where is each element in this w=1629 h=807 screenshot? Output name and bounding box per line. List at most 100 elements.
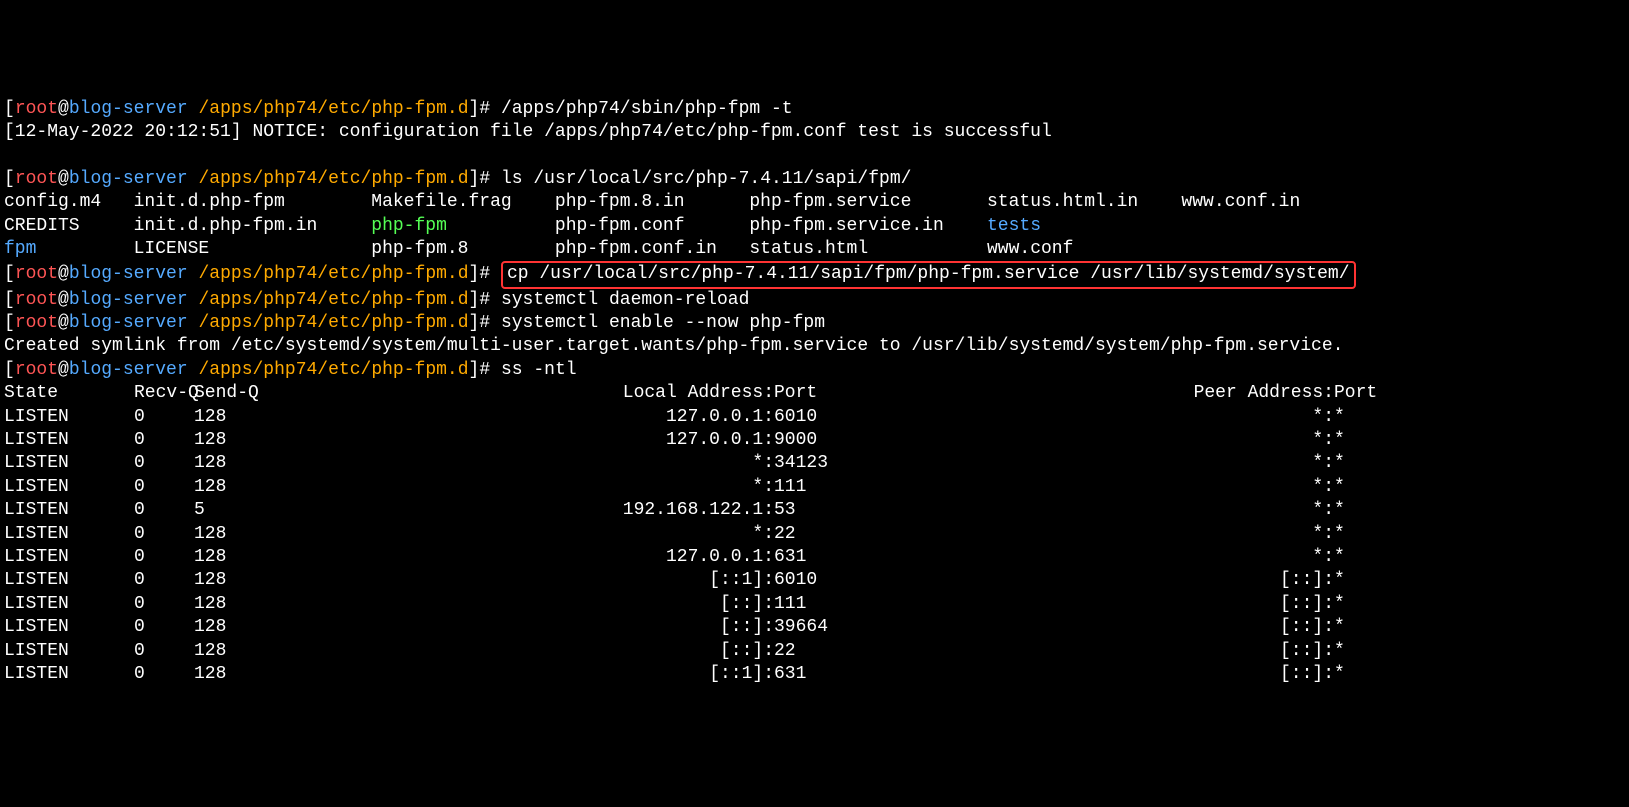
command-line-4[interactable]: [root@blog-server /apps/php74/etc/php-fp… (4, 289, 1625, 312)
ss-local: [::1]: (294, 569, 774, 592)
ss-col-sendq: Send-Q (194, 382, 294, 405)
command-line-2[interactable]: [root@blog-server /apps/php74/etc/php-fp… (4, 168, 1625, 191)
ss-row: LISTEN0128*:22*:* (4, 523, 1625, 546)
cmd-ss: ss -ntl (501, 360, 577, 380)
ss-state: LISTEN (4, 476, 134, 499)
ls-item: status.html.in (987, 192, 1181, 212)
ss-row: LISTEN0128*:111*:* (4, 476, 1625, 499)
ss-row: LISTEN0128127.0.0.1:9000*:* (4, 429, 1625, 452)
ss-state: LISTEN (4, 406, 134, 429)
ss-col-recvq: Recv-Q (134, 382, 194, 405)
cmd-ls: ls /usr/local/src/php-7.4.11/sapi/fpm/ (501, 169, 911, 189)
blank-line (4, 144, 1625, 167)
ss-local: [::]: (294, 616, 774, 639)
prompt-user: root (15, 264, 58, 284)
prompt-open: [ (4, 99, 15, 119)
prompt-at: @ (58, 264, 69, 284)
prompt-close: ]# (469, 313, 491, 333)
ss-recvq: 0 (134, 452, 194, 475)
ss-recvq: 0 (134, 499, 194, 522)
ss-lport: 39664 (774, 616, 994, 639)
ls-item: fpm (4, 239, 134, 259)
cmd-phpfpm-test: /apps/php74/sbin/php-fpm -t (501, 99, 793, 119)
ss-sendq: 128 (194, 523, 294, 546)
ss-lport: 22 (774, 640, 994, 663)
ss-sendq: 128 (194, 569, 294, 592)
ls-item: www.conf (987, 239, 1181, 259)
prompt-user: root (15, 99, 58, 119)
command-line-5[interactable]: [root@blog-server /apps/php74/etc/php-fp… (4, 312, 1625, 335)
command-line-3[interactable]: [root@blog-server /apps/php74/etc/php-fp… (4, 261, 1625, 288)
ss-lport: 631 (774, 546, 994, 569)
ss-recvq: 0 (134, 406, 194, 429)
prompt-at: @ (58, 290, 69, 310)
ss-pport: * (1334, 499, 1414, 522)
ss-sendq: 128 (194, 663, 294, 686)
prompt-host: blog-server (69, 290, 188, 310)
ls-item: php-fpm.service (749, 192, 987, 212)
prompt-path: /apps/php74/etc/php-fpm.d (198, 264, 468, 284)
prompt-user: root (15, 290, 58, 310)
ls-item (1181, 239, 1332, 259)
prompt-host: blog-server (69, 360, 188, 380)
ls-item: LICENSE (134, 239, 372, 259)
prompt-at: @ (58, 169, 69, 189)
ls-item: www.conf.in (1181, 192, 1332, 212)
ss-sendq: 5 (194, 499, 294, 522)
prompt-close: ]# (469, 360, 491, 380)
ss-peer: [::]: (994, 663, 1334, 686)
prompt-open: [ (4, 360, 15, 380)
ss-sendq: 128 (194, 452, 294, 475)
prompt-close: ]# (469, 169, 491, 189)
ss-local: *: (294, 452, 774, 475)
ss-col-peer: Peer Address: (994, 382, 1334, 405)
ss-recvq: 0 (134, 523, 194, 546)
ss-col-state: State (4, 382, 134, 405)
cmd-daemon-reload: systemctl daemon-reload (501, 290, 749, 310)
ls-row: fpm LICENSE php-fpm.8 php-fpm.conf.in st… (4, 238, 1625, 261)
output-notice: [12-May-2022 20:12:51] NOTICE: configura… (4, 121, 1625, 144)
prompt-user: root (15, 360, 58, 380)
ss-state: LISTEN (4, 640, 134, 663)
prompt-path: /apps/php74/etc/php-fpm.d (198, 313, 468, 333)
ls-item: tests (987, 216, 1181, 236)
ss-local: 127.0.0.1: (294, 546, 774, 569)
ss-pport: * (1334, 406, 1414, 429)
terminal-output: [root@blog-server /apps/php74/etc/php-fp… (4, 98, 1625, 687)
prompt-path: /apps/php74/etc/php-fpm.d (198, 290, 468, 310)
ls-item (1181, 216, 1332, 236)
ss-peer: *: (994, 452, 1334, 475)
ss-sendq: 128 (194, 546, 294, 569)
ss-recvq: 0 (134, 640, 194, 663)
command-line-1[interactable]: [root@blog-server /apps/php74/etc/php-fp… (4, 98, 1625, 121)
output-symlink: Created symlink from /etc/systemd/system… (4, 335, 1625, 358)
ss-col-local: Local Address: (294, 382, 774, 405)
ls-item: init.d.php-fpm (134, 192, 372, 212)
ss-local: [::1]: (294, 663, 774, 686)
ss-pport: * (1334, 593, 1414, 616)
ss-peer: [::]: (994, 616, 1334, 639)
ss-peer: *: (994, 546, 1334, 569)
ss-pport: * (1334, 663, 1414, 686)
prompt-at: @ (58, 99, 69, 119)
ss-local: [::]: (294, 593, 774, 616)
ss-lport: 631 (774, 663, 994, 686)
ss-lport: 53 (774, 499, 994, 522)
ss-state: LISTEN (4, 429, 134, 452)
ss-pport: * (1334, 429, 1414, 452)
ss-peer: *: (994, 499, 1334, 522)
command-line-6[interactable]: [root@blog-server /apps/php74/etc/php-fp… (4, 359, 1625, 382)
ss-peer: [::]: (994, 569, 1334, 592)
ss-peer: *: (994, 523, 1334, 546)
ls-row: config.m4 init.d.php-fpm Makefile.frag p… (4, 191, 1625, 214)
ss-pport: * (1334, 569, 1414, 592)
ss-lport: 34123 (774, 452, 994, 475)
ss-peer: [::]: (994, 593, 1334, 616)
ls-item: php-fpm.conf.in (555, 239, 749, 259)
ss-peer: *: (994, 429, 1334, 452)
prompt-user: root (15, 313, 58, 333)
ss-recvq: 0 (134, 476, 194, 499)
ls-item: Makefile.frag (371, 192, 555, 212)
ss-lport: 22 (774, 523, 994, 546)
ss-row: LISTEN0128*:34123*:* (4, 452, 1625, 475)
